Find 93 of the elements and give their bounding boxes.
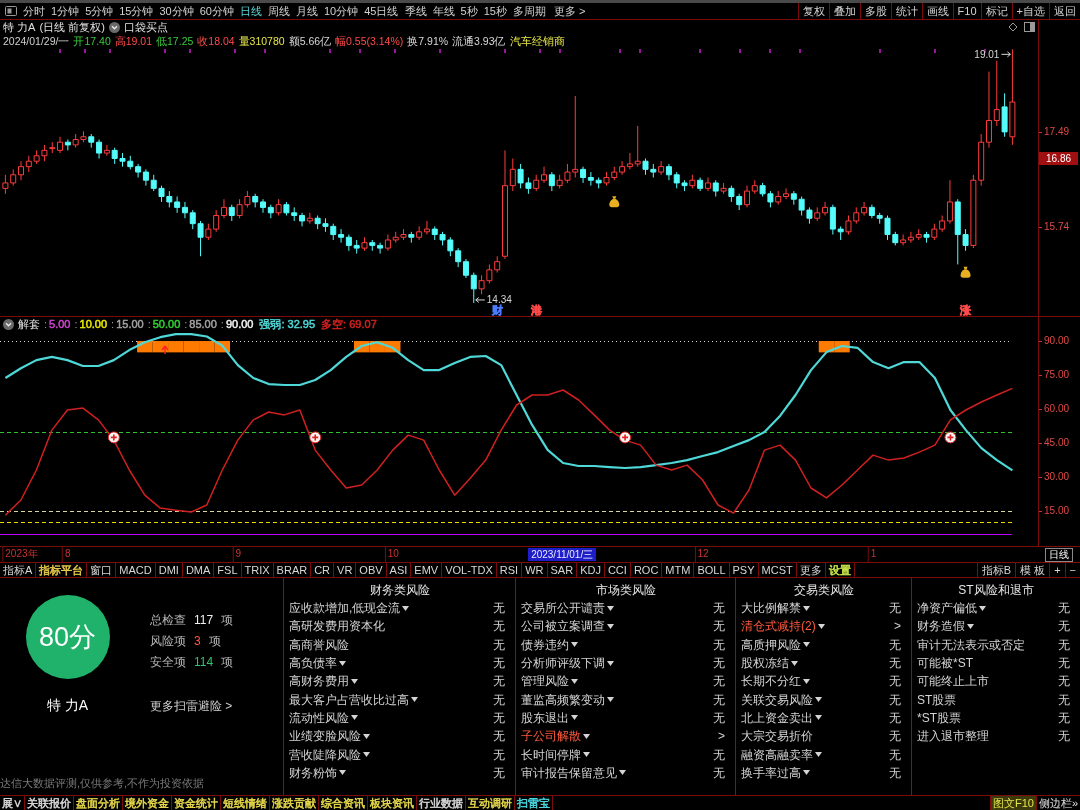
time-axis-label: 9 [232, 547, 244, 562]
indicator-parameter: : 10.00 [74, 318, 108, 330]
risk-status: 无 [1058, 693, 1070, 706]
risk-status: 无 [493, 620, 505, 633]
indicator-axis-label: 30.00 [1044, 471, 1070, 484]
risk-status: 无 [1058, 657, 1070, 670]
series-reading: 多空: 69.07 [321, 318, 377, 330]
indicator-parameter: : 85.00 [184, 318, 217, 330]
stat-label: 安全项 [150, 655, 186, 668]
quote-field: 幅0.55(3.14%) [335, 35, 404, 47]
risk-status: 无 [889, 748, 901, 761]
stat-label: 风险项 [150, 634, 186, 647]
risk-status: 无 [713, 602, 725, 615]
risk-status: 无 [493, 602, 505, 615]
risk-status: 无 [889, 711, 901, 724]
risk-status: 无 [889, 675, 901, 688]
stat-value: 117 [194, 613, 214, 626]
stock-title: 特 力A [3, 21, 36, 33]
time-axis-label: 2023年 [2, 547, 40, 562]
risk-status: 无 [889, 693, 901, 706]
quote-field: 换7.91% [407, 35, 449, 47]
stat-unit: 项 [221, 613, 234, 626]
indicator-axis-label: 15.00 [1044, 505, 1070, 518]
chart-mode-label: (日线 前复权) [39, 21, 105, 33]
indicator-axis-label: 75.00 [1044, 369, 1070, 382]
risk-group-title: 交易类风险 [792, 582, 855, 599]
risk-status: 无 [713, 693, 725, 706]
quote-field: 额5.66亿 [288, 35, 332, 47]
risk-status: 无 [1058, 711, 1070, 724]
indicator-axis-label: 60.00 [1044, 403, 1070, 416]
risk-group-title: 市场类风险 [594, 582, 657, 599]
risk-status: 无 [889, 602, 901, 615]
cursor-price-label: 16.86 [1039, 152, 1078, 165]
risk-status: > [894, 620, 901, 633]
risk-status: 无 [713, 675, 725, 688]
risk-status: 无 [1058, 638, 1070, 651]
quote-field: 高19.01 [114, 35, 153, 47]
quote-field: 开17.40 [73, 35, 111, 47]
risk-status: 无 [1058, 602, 1070, 615]
risk-status: 无 [493, 657, 505, 670]
stat-value: 3 [194, 634, 201, 647]
quote-field: 收18.04 [197, 35, 235, 47]
disclaimer-text: 达信大数据评测,仅供参考,不作为投资依据 [0, 778, 206, 789]
time-axis-label: 8 [62, 547, 73, 562]
cursor-date-label: 2023/11/01/三 [528, 548, 597, 561]
price-annotation: 19.01 [974, 49, 1000, 61]
risk-status: 无 [493, 711, 505, 724]
indicator-parameter: : 50.00 [147, 318, 181, 330]
risk-status: 无 [713, 638, 725, 651]
indicator-axis-label: 90.00 [1044, 335, 1070, 348]
quote-field: 低17.25 [156, 35, 194, 47]
time-axis-label: 10 [384, 547, 401, 562]
price-annotation: 14.34 [486, 294, 512, 306]
risk-status: 无 [889, 766, 901, 779]
risk-status: 无 [493, 766, 505, 779]
stock-name: 特 力A [46, 698, 89, 712]
price-axis-label: 17.49 [1044, 125, 1070, 138]
quote-field: 量310780 [238, 35, 285, 47]
risk-status: > [718, 730, 725, 743]
risk-status: 无 [713, 657, 725, 670]
risk-status: 无 [889, 657, 901, 670]
indicator-parameter: : 15.00 [111, 318, 144, 330]
risk-status: 无 [493, 748, 505, 761]
risk-status: 无 [493, 730, 505, 743]
risk-status: 无 [713, 766, 725, 779]
risk-status: 无 [1058, 675, 1070, 688]
risk-group-title: ST风险和退市 [957, 582, 1035, 599]
indicator-axis-label: 45.00 [1044, 437, 1070, 450]
indicator-parameter: : 90.00 [220, 318, 254, 330]
price-axis-label: 15.74 [1044, 220, 1070, 233]
time-axis-label: 12 [694, 547, 711, 562]
stat-value: 114 [194, 655, 214, 668]
risk-status: 无 [493, 693, 505, 706]
risk-status: 无 [889, 638, 901, 651]
risk-status: 无 [713, 711, 725, 724]
risk-status: 无 [713, 620, 725, 633]
quote-field: 流通3.93亿 [452, 35, 506, 47]
score-badge: 80分 [25, 595, 110, 679]
risk-status: 无 [493, 638, 505, 651]
quote-date: 2024/01/29/一 [3, 35, 70, 47]
series-reading: 强弱: 32.95 [259, 318, 316, 330]
risk-status: 无 [1058, 620, 1070, 633]
stat-unit: 项 [221, 655, 234, 668]
indicator-parameter: : 5.00 [44, 318, 71, 330]
indicator-title: 解套 [18, 318, 40, 330]
risk-group-title: 财务类风险 [368, 582, 431, 599]
risk-status: 无 [493, 675, 505, 688]
risk-status: 无 [713, 748, 725, 761]
stat-unit: 项 [208, 634, 221, 647]
risk-status: 无 [1058, 730, 1070, 743]
time-axis-label: 1 [867, 547, 879, 562]
stat-label: 总检查 [150, 613, 186, 626]
risk-status: 无 [889, 730, 901, 743]
